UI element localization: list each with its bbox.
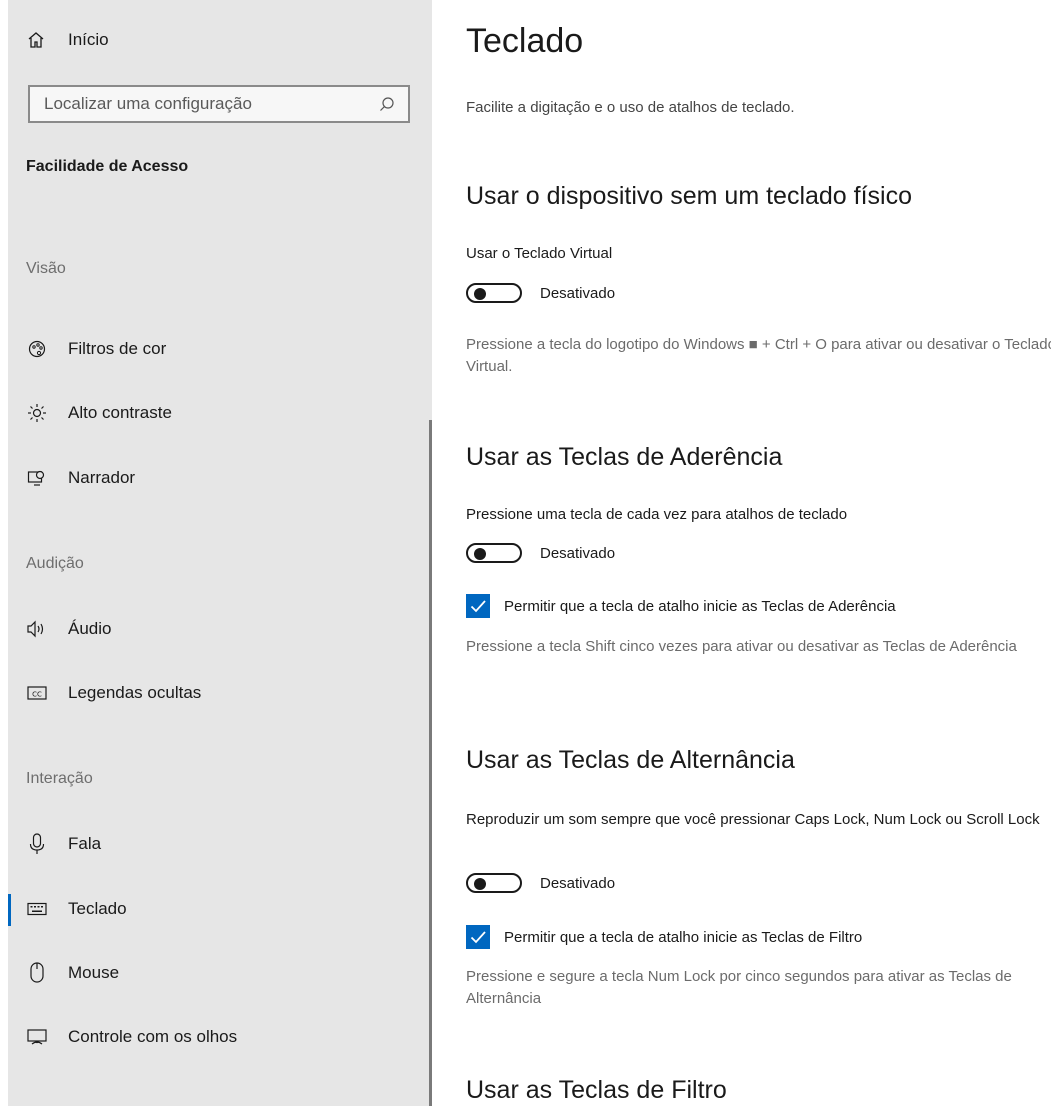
toggle-keys-shortcut-checkbox[interactable]: Permitir que a tecla de atalho inicie as… [466, 925, 862, 949]
section-title: Facilidade de Acesso [26, 158, 189, 175]
sidebar-item-speech[interactable]: Fala [26, 833, 101, 855]
sidebar-item-label: Controle com os olhos [68, 1027, 238, 1046]
sidebar-item-keyboard[interactable]: Teclado [8, 894, 127, 926]
sidebar-item-label: Fala [68, 834, 102, 853]
keyboard-icon [26, 898, 48, 920]
virtual-keyboard-description: Pressione a tecla do logotipo do Windows… [466, 336, 1051, 375]
home-nav-item[interactable]: Início [26, 30, 109, 50]
sticky-keys-shortcut-checkbox[interactable]: Permitir que a tecla de atalho inicie as… [466, 594, 896, 618]
toggle-knob [474, 878, 486, 890]
sidebar-item-label: Áudio [68, 619, 112, 638]
mouse-icon [26, 962, 48, 984]
toggle-keys-label: Reproduzir um som sempre que você pressi… [466, 811, 1040, 828]
sidebar-item-color-filters[interactable]: Filtros de cor [26, 338, 166, 360]
sticky-keys-description: Pressione a tecla Shift cinco vezes para… [466, 638, 1017, 655]
closed-captions-icon: CC [26, 682, 48, 704]
sidebar-item-label: Alto contraste [68, 403, 172, 422]
sidebar: Início Facilidade de Acesso Visão Filtro… [8, 0, 432, 1106]
sidebar-item-high-contrast[interactable]: Alto contraste [26, 402, 172, 424]
checkmark-icon [470, 600, 486, 613]
microphone-icon [26, 833, 48, 855]
audio-icon [26, 618, 48, 640]
sticky-keys-toggle[interactable]: Desativado [466, 543, 615, 563]
home-label: Início [68, 30, 109, 49]
sidebar-item-label: Filtros de cor [68, 339, 167, 358]
toggle-switch[interactable] [466, 283, 522, 303]
sidebar-item-closed-captions[interactable]: CC Legendas ocultas [26, 682, 201, 704]
color-filter-icon [26, 338, 48, 360]
section-heading-virtual-keyboard: Usar o dispositivo sem um teclado físico [466, 182, 913, 210]
toggle-state-label: Desativado [540, 544, 616, 562]
toggle-keys-toggle[interactable]: Desativado [466, 873, 615, 893]
virtual-keyboard-toggle[interactable]: Desativado [466, 283, 615, 303]
svg-text:CC: CC [32, 691, 42, 699]
home-icon [26, 30, 46, 50]
checkbox-label: Permitir que a tecla de atalho inicie as… [504, 597, 896, 615]
high-contrast-icon [26, 402, 48, 424]
sticky-keys-label: Pressione uma tecla de cada vez para ata… [466, 506, 848, 523]
sidebar-item-eye-control[interactable]: Controle com os olhos [26, 1026, 237, 1048]
page-subtitle: Facilite a digitação e o uso de atalhos … [466, 99, 795, 116]
sidebar-item-label: Teclado [68, 899, 127, 918]
checkmark-icon [470, 931, 486, 944]
page-title: Teclado [466, 22, 584, 60]
toggle-knob [474, 288, 486, 300]
section-heading-toggle-keys: Usar as Teclas de Alternância [466, 746, 795, 774]
sidebar-item-label: Narrador [68, 468, 136, 487]
main-content: Teclado Facilite a digitação e o uso de … [466, 0, 1051, 1106]
search-box[interactable] [28, 85, 410, 123]
sidebar-item-label: Mouse [68, 963, 120, 982]
section-heading-sticky-keys: Usar as Teclas de Aderência [466, 443, 783, 471]
checkbox[interactable] [466, 594, 490, 618]
group-label-interaction: Interação [26, 770, 93, 787]
search-icon[interactable] [378, 95, 396, 113]
toggle-knob [474, 548, 486, 560]
narrator-icon [26, 467, 48, 489]
virtual-keyboard-label: Usar o Teclado Virtual [466, 245, 613, 262]
group-label-hearing: Audição [26, 555, 84, 572]
section-heading-filter-keys: Usar as Teclas de Filtro [466, 1076, 727, 1104]
sidebar-item-label: Legendas ocultas [68, 683, 202, 702]
eye-control-icon [26, 1026, 48, 1048]
sidebar-item-narrator[interactable]: Narrador [26, 467, 135, 489]
toggle-switch[interactable] [466, 543, 522, 563]
toggle-keys-description: Pressione e segure a tecla Num Lock por … [466, 968, 1012, 1007]
toggle-state-label: Desativado [540, 874, 616, 892]
toggle-state-label: Desativado [540, 284, 616, 302]
checkbox-label: Permitir que a tecla de atalho inicie as… [504, 928, 863, 946]
sidebar-item-mouse[interactable]: Mouse [26, 962, 119, 984]
group-label-vision: Visão [26, 260, 66, 277]
search-input[interactable] [42, 93, 378, 115]
sidebar-scrollbar[interactable] [429, 420, 432, 1106]
toggle-switch[interactable] [466, 873, 522, 893]
sidebar-item-audio[interactable]: Áudio [26, 618, 111, 640]
checkbox[interactable] [466, 925, 490, 949]
